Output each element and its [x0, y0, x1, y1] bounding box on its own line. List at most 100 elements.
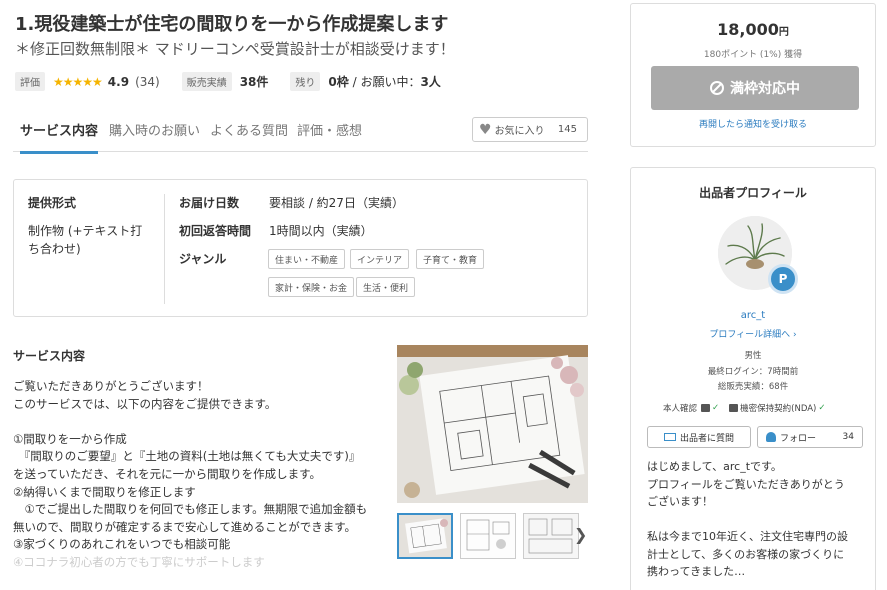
id-card-icon [701, 404, 711, 412]
tab-reviews[interactable]: 評価・感想 [297, 120, 362, 139]
description-line: ②納得いくまで間取りを修正します [13, 484, 196, 499]
tab-faq[interactable]: よくある質問 [210, 120, 288, 139]
seller-profile-box: 出品者プロフィール P arc_t プロフィール詳細へ › 男性 最終ログイン：… [630, 167, 876, 590]
prohibited-icon [710, 81, 724, 95]
gallery-thumbnail[interactable] [460, 513, 516, 559]
service-description: ご覧いただきありがとうございます！ このサービスでは、以下の内容をご提供できます… [13, 378, 383, 572]
genre-tag[interactable]: インテリア [350, 249, 410, 269]
points-earned: 180ポイント (1%) 獲得 [703, 50, 803, 60]
remaining-slots: 0枠 [328, 75, 349, 89]
gallery-thumbnail[interactable] [523, 513, 579, 559]
spec-divider [164, 194, 165, 304]
service-spec-box: 提供形式 制作物 (+テキスト打 ち合わせ) お届け日数 要相談 / 約27日（… [13, 179, 588, 317]
genre-tag[interactable]: 生活・便利 [356, 277, 416, 297]
price-currency: 円 [778, 27, 789, 38]
seller-total-sales: 総販売実績：68件 [717, 382, 789, 392]
sales-label: 販売実績 [181, 72, 232, 91]
reply-value: 1時間以内（実績） [269, 224, 373, 238]
id-verified-label: 本人確認 [663, 404, 698, 414]
page-subtitle: ＊修正回数無制限＊ マドリーコンペ受賞設計士が相談受けます！ [15, 40, 455, 58]
page-title: 1.現役建築士が住宅の間取りを一から作成提案します [15, 14, 449, 35]
message-line: 計士として、多くのお客様の家づくりに [647, 547, 845, 561]
price: 18,000円 [631, 20, 875, 39]
star-rating-icon: ★★★★★ [53, 74, 103, 89]
remaining-label: 残り [290, 72, 321, 91]
notify-link[interactable]: 再開したら通知を受け取る [631, 117, 875, 130]
description-line [13, 413, 383, 431]
message-line: はじめまして、arc_tです。 [647, 460, 782, 473]
person-add-icon [766, 432, 776, 442]
delivery-label: お届け日数 [179, 196, 240, 210]
ask-seller-label: 出品者に質問 [679, 433, 734, 444]
description-line: ①間取りを一から作成 [13, 431, 127, 446]
service-main-image[interactable] [397, 345, 588, 503]
purchase-box: 18,000円 180ポイント (1%) 獲得 満枠対応中 再開したら通知を受け… [630, 3, 876, 147]
full-capacity-button[interactable]: 満枠対応中 [651, 66, 859, 110]
message-line: 携わってきました… [647, 565, 746, 578]
reply-label: 初回返答時間 [179, 224, 252, 238]
description-line: ①でご提出した間取りを何回でも修正します。無期限で追加金額も [13, 502, 368, 517]
format-value-line2: ち合わせ) [28, 242, 81, 256]
description-line: ③家づくりのあれこれをいつでも相談可能 [13, 537, 231, 552]
description-line: ご覧いただきありがとうございます！ [13, 379, 209, 393]
description-line: 無いので、間取りが確定するまで安心して進めることができます。 [13, 519, 357, 534]
description-line: このサービスでは、以下の内容をご提供できます。 [13, 396, 277, 411]
profile-detail-link[interactable]: プロフィール詳細へ › [631, 327, 875, 340]
remaining-value: 0枠 / お願い中：3人 [328, 73, 440, 90]
tab-service-content[interactable]: サービス内容 [20, 120, 99, 154]
rating-label: 評価 [15, 72, 45, 91]
thumbnail-image [461, 514, 515, 558]
genre-tag[interactable]: 家計・保険・お金 [268, 277, 355, 297]
sales-value: 38件 [239, 75, 269, 89]
follow-button[interactable]: フォロー 34 [757, 426, 863, 448]
in-progress-count: 3人 [420, 75, 441, 89]
message-line: 私は今まで10年近く、注文住宅専門の設 [647, 530, 848, 543]
service-stats: 評価 ★★★★★ 4.9 (34) 販売実績 38件 残り 0枠 / お願い中：… [15, 72, 441, 91]
check-icon: ✓ [712, 403, 720, 413]
ask-seller-button[interactable]: 出品者に質問 [647, 426, 751, 448]
price-value: 18,000 [717, 20, 779, 39]
check-icon: ✓ [818, 403, 826, 413]
genre-tag[interactable]: 住まい・不動産 [268, 249, 346, 269]
rating-count[interactable]: (34) [135, 75, 160, 89]
remaining-separator: / お願い中： [348, 75, 421, 89]
chevron-right-icon[interactable]: ❯ [574, 525, 587, 544]
heart-icon: ♥ [479, 121, 492, 138]
full-capacity-label: 満枠対応中 [730, 81, 800, 97]
favorite-count: 145 [557, 124, 577, 135]
genre-tag[interactable]: 子育て・教育 [416, 249, 485, 269]
gallery-thumbnail[interactable] [397, 513, 453, 559]
tab-purchase-request[interactable]: 購入時のお願い [109, 120, 200, 139]
chevron-right-icon: › [793, 330, 797, 340]
service-section-title: サービス内容 [13, 349, 86, 363]
rating-value: 4.9 [107, 74, 130, 89]
follow-label: フォロー [780, 433, 817, 444]
message-line: プロフィールをご覧いただきありがとう [647, 477, 845, 491]
format-label: 提供形式 [28, 196, 77, 210]
platinum-badge-icon: P [768, 264, 798, 294]
profile-title: 出品者プロフィール [699, 186, 807, 200]
verification-row: 本人確認 ✓ 機密保持契約(NDA) ✓ [663, 402, 835, 414]
message-line [647, 511, 867, 529]
favorite-label: お気に入り [494, 126, 545, 137]
genre-label: ジャンル [179, 252, 227, 266]
floor-plan-photo [397, 345, 588, 503]
description-line-faded: ④ココナラ初心者の方でも丁寧にサポートします [13, 554, 265, 569]
profile-detail-label: プロフィール詳細へ [709, 330, 791, 340]
document-icon [729, 404, 739, 412]
follow-count: 34 [842, 432, 854, 442]
message-line: ございます！ [647, 495, 713, 508]
seller-gender: 男性 [744, 351, 762, 361]
delivery-value: 要相談 / 約27日（実績） [269, 196, 404, 210]
nda-label: 機密保持契約(NDA) [740, 404, 817, 414]
seller-message: はじめまして、arc_tです。 プロフィールをご覧いただきありがとう ございます… [647, 458, 867, 581]
envelope-icon [663, 433, 676, 441]
description-line: 『間取りのご要望』と『土地の資料(土地は無くても大丈夫です)』 [13, 449, 361, 464]
favorite-button[interactable]: ♥ お気に入り 145 [472, 117, 588, 142]
seller-username[interactable]: arc_t [631, 310, 875, 321]
format-value-line1: 制作物 (+テキスト打 [28, 224, 143, 238]
thumbnail-image [399, 515, 451, 557]
description-line: を送っていただき、それを元に一から間取りを作成します。 [13, 466, 321, 481]
thumbnail-image [524, 514, 578, 558]
seller-last-login: 最終ログイン：7時間前 [707, 367, 799, 377]
